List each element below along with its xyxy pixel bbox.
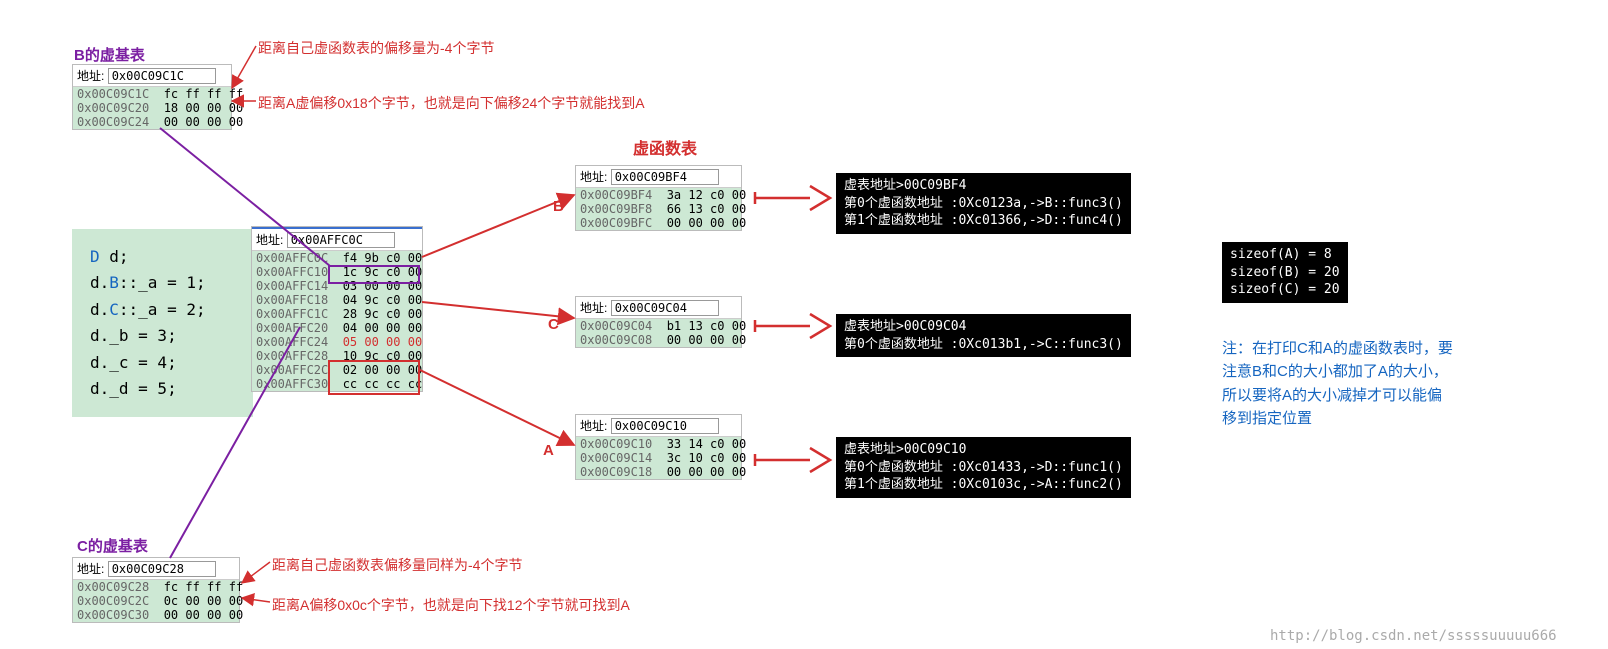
mem-row: 0x00C09C14 3c 10 c0 00	[576, 451, 741, 465]
panel-c-vbase: 地址: 0x00C09C28 fc ff ff ff 0x00C09C2C 0c…	[72, 557, 240, 623]
label-a: A	[543, 442, 554, 459]
note-offset-a-c: 距离A偏移0x0c个字节，也就是向下找12个字节就可找到A	[272, 595, 630, 615]
mem-row: 0x00AFFC0C f4 9b c0 00	[252, 251, 422, 265]
addr-label: 地址:	[77, 67, 104, 84]
panel-b-vbase: 地址: 0x00C09C1C fc ff ff ff 0x00C09C20 18…	[72, 64, 232, 130]
addr-label: 地址:	[77, 560, 104, 577]
addr-input-c-vbase[interactable]	[108, 561, 216, 577]
mem-row: 0x00C09C2C 0c 00 00 00	[73, 594, 239, 608]
panel-vft-b: 地址: 0x00C09BF4 3a 12 c0 00 0x00C09BF8 66…	[575, 165, 742, 231]
note-offset-self-b: 距离自己虚函数表的偏移量为-4个字节	[258, 38, 494, 58]
console-b: 虚表地址>00C09BF4 第0个虚函数地址 :0Xc0123a,->B::fu…	[836, 173, 1131, 234]
mem-row: 0x00C09C24 00 00 00 00	[73, 115, 231, 129]
addr-label: 地址:	[580, 168, 607, 185]
console-a: 虚表地址>00C09C10 第0个虚函数地址 :0Xc01433,->D::fu…	[836, 437, 1131, 498]
mem-row: 0x00C09BFC 00 00 00 00	[576, 216, 741, 230]
mem-row: 0x00C09C10 33 14 c0 00	[576, 437, 741, 451]
mem-row: 0x00AFFC24 05 00 00 00	[252, 335, 422, 349]
mem-row: 0x00C09BF4 3a 12 c0 00	[576, 188, 741, 202]
code-block: D d; d.B::_a = 1; d.C::_a = 2; d._b = 3;…	[72, 229, 253, 417]
console-sizeof: sizeof(A) = 8 sizeof(B) = 20 sizeof(C) =…	[1222, 242, 1348, 303]
mem-row: 0x00C09C20 18 00 00 00	[73, 101, 231, 115]
label-b: B	[553, 198, 564, 215]
title-vftable: 虚函数表	[633, 135, 697, 159]
mem-row: 0x00C09C18 00 00 00 00	[576, 465, 741, 479]
addr-input-vft-b[interactable]	[611, 169, 719, 185]
mem-row: 0x00C09C04 b1 13 c0 00	[576, 319, 741, 333]
highlight-purple	[328, 265, 420, 284]
mem-row: 0x00C09C30 00 00 00 00	[73, 608, 239, 622]
note-offset-a-b: 距离A虚偏移0x18个字节，也就是向下偏移24个字节就能找到A	[258, 93, 645, 113]
addr-input-vft-a[interactable]	[611, 418, 719, 434]
mem-row: 0x00AFFC18 04 9c c0 00	[252, 293, 422, 307]
panel-vft-a: 地址: 0x00C09C10 33 14 c0 00 0x00C09C14 3c…	[575, 414, 742, 480]
mem-row: 0x00AFFC20 04 00 00 00	[252, 321, 422, 335]
addr-input-vft-c[interactable]	[611, 300, 719, 316]
mem-row: 0x00AFFC1C 28 9c c0 00	[252, 307, 422, 321]
highlight-red	[328, 360, 420, 395]
mem-row: 0x00C09BF8 66 13 c0 00	[576, 202, 741, 216]
addr-label: 地址:	[580, 299, 607, 316]
mem-row: 0x00C09C28 fc ff ff ff	[73, 580, 239, 594]
label-c: C	[548, 316, 559, 333]
panel-vft-c: 地址: 0x00C09C04 b1 13 c0 00 0x00C09C08 00…	[575, 296, 742, 348]
mem-row: 0x00C09C08 00 00 00 00	[576, 333, 741, 347]
title-c-vbase: C的虚基表	[77, 535, 148, 556]
addr-label: 地址:	[580, 417, 607, 434]
addr-label: 地址:	[256, 231, 283, 248]
addr-input-b-vbase[interactable]	[108, 68, 216, 84]
note-blue: 注：在打印C和A的虚函数表时，要 注意B和C的大小都加了A的大小， 所以要将A的…	[1222, 337, 1453, 430]
mem-row: 0x00C09C1C fc ff ff ff	[73, 87, 231, 101]
addr-input-main[interactable]	[287, 232, 395, 248]
watermark: http://blog.csdn.net/sssssuuuuu666	[1270, 628, 1557, 644]
title-b-vbase: B的虚基表	[74, 44, 145, 65]
note-offset-self-c: 距离自己虚函数表偏移量同样为-4个字节	[272, 555, 522, 575]
console-c: 虚表地址>00C09C04 第0个虚函数地址 :0Xc013b1,->C::fu…	[836, 314, 1131, 357]
